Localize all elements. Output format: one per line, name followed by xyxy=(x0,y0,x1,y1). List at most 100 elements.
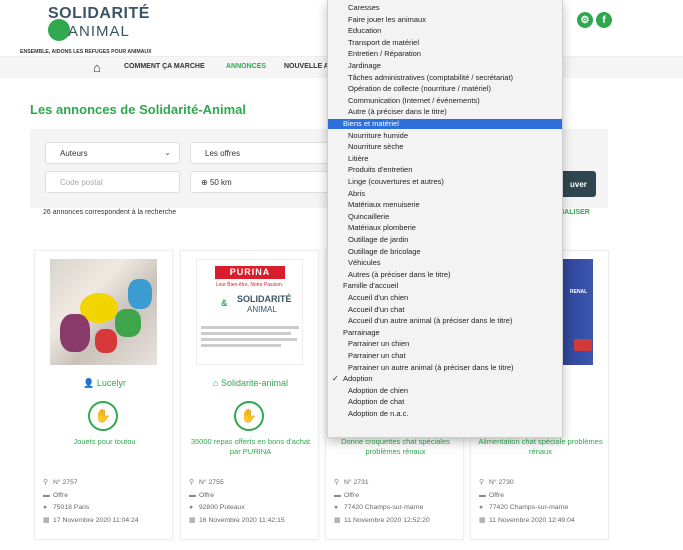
dropdown-option-label: Adoption de chien xyxy=(348,385,409,395)
listing-title[interactable]: Jouets pour toutou xyxy=(41,437,168,447)
settings-icon[interactable]: ⚙ xyxy=(577,12,593,28)
dropdown-option[interactable]: Véhicules xyxy=(328,258,562,268)
listing-type: Offre xyxy=(53,491,68,499)
listing-title[interactable]: Alimentation chat spéciale problèmes rén… xyxy=(477,437,604,457)
dropdown-option-label: Caresses xyxy=(348,3,380,12)
dropdown-option[interactable]: Communication (Internet / événements) xyxy=(328,96,562,106)
offer-select[interactable]: Les offres xyxy=(190,142,330,164)
logo-title: SOLIDARITÉ xyxy=(48,5,150,22)
dropdown-option[interactable]: Quincaillerie xyxy=(328,212,562,222)
listing-author-name: Lucelyr xyxy=(96,378,126,388)
category-dropdown-list[interactable]: Caresses Faire jouer les animaux Education… xyxy=(327,0,563,438)
dropdown-option[interactable]: Faire jouer les animaux xyxy=(328,14,562,25)
dropdown-option[interactable]: Nourriture sèche xyxy=(328,142,562,152)
listing-photo xyxy=(50,259,157,365)
dropdown-option-label: Linge (couvertures et autres) xyxy=(348,177,444,186)
dropdown-option[interactable]: Outillage de jardin xyxy=(328,235,562,245)
dropdown-option[interactable]: Parrainer un autre animal (à préciser da… xyxy=(328,363,562,373)
dropdown-option-label: Adoption de n.a.c. xyxy=(348,409,409,418)
site-logo[interactable]: SOLIDARITÉ ANIMAL ENSEMBLE, AIDONS LES R… xyxy=(20,5,162,57)
dropdown-option[interactable]: Accueil d'un chat xyxy=(328,305,562,315)
distance-value: 50 km xyxy=(209,178,232,187)
purina-logo: PURINA xyxy=(215,266,285,279)
dropdown-option[interactable]: Accueil d'un autre animal (à préciser da… xyxy=(328,316,562,326)
listing-title[interactable]: Donne croquettes chat spéciales problème… xyxy=(332,437,459,457)
dropdown-option-label: Accueil d'un autre animal (à préciser da… xyxy=(348,316,513,326)
hash-icon: ⚲ xyxy=(479,479,484,486)
listing-card[interactable]: 👤 Lucelyr ✋ Jouets pour toutou ⚲ N° 2757 … xyxy=(34,250,173,540)
dropdown-option-label: Matériaux menuiserie xyxy=(348,200,420,210)
dropdown-option[interactable]: Nourriture humide xyxy=(328,131,562,141)
distance-select[interactable]: ⊕ 50 km xyxy=(190,171,330,193)
dropdown-option-label: Outillage de jardin xyxy=(348,235,409,244)
listing-date: 17 Novembre 2020 11:04:24 xyxy=(53,516,139,524)
dropdown-option[interactable]: Linge (couvertures et autres) xyxy=(328,177,562,187)
dropdown-option[interactable]: Autres (à préciser dans le titre) xyxy=(328,270,562,280)
package-label: RENAL xyxy=(570,289,588,295)
dropdown-option[interactable]: Accueil d'un chien xyxy=(328,293,562,303)
dropdown-option-label: Faire jouer les animaux xyxy=(348,14,426,24)
dropdown-option[interactable]: Matériaux menuiserie xyxy=(328,200,562,210)
postal-code-input[interactable]: Code postal xyxy=(45,171,180,193)
dropdown-group-header[interactable]: Parrainage xyxy=(328,327,562,338)
promo-logo-subtitle: ANIMAL xyxy=(247,305,277,314)
dropdown-option-label: Accueil d'un chien xyxy=(348,293,409,302)
listing-number: N° 2731 xyxy=(344,479,369,486)
dropdown-option-label: Outillage de bricolage xyxy=(348,246,421,256)
dropdown-option[interactable]: Autre (à préciser dans le titre) xyxy=(328,107,562,117)
listing-card[interactable]: PURINA Leur Bien-être, Notre Passion. & … xyxy=(180,250,319,540)
dropdown-option[interactable]: Produits d'entretien xyxy=(328,165,562,175)
dropdown-option-label: Entretien / Réparation xyxy=(348,49,421,59)
facebook-icon[interactable]: f xyxy=(596,12,612,28)
listing-number: N° 2730 xyxy=(489,479,514,486)
social-links: ⚙ f xyxy=(577,12,612,28)
home-icon[interactable]: ⌂ xyxy=(93,60,101,75)
dropdown-option[interactable]: Parrainer un chien xyxy=(328,339,562,349)
dropdown-option[interactable]: Outillage de bricolage xyxy=(328,246,562,257)
dropdown-group-header[interactable]: Biens et matériel xyxy=(328,119,562,129)
listing-author[interactable]: ⌂ Solidarite-animal xyxy=(181,378,320,388)
dropdown-option[interactable]: Matériaux plomberie xyxy=(328,223,562,233)
listing-meta: ⚲ N° 2757 ▬ Offre ● 75018 Paris ▦ 17 Novembr… xyxy=(43,477,171,527)
results-count: 26 annonces correspondent à la recherche xyxy=(43,209,177,216)
dropdown-option[interactable]: Entretien / Réparation xyxy=(328,49,562,59)
nav-nouvelle-annonce[interactable]: NOUVELLE A xyxy=(284,63,329,70)
dropdown-option-label: Litière xyxy=(348,153,369,163)
author-select[interactable]: Auteurs ⌄ xyxy=(45,142,180,164)
dropdown-option-label: Biens et matériel xyxy=(343,119,399,128)
location-pin-icon: ● xyxy=(479,504,484,511)
dropdown-option[interactable]: Opération de collecte (nourriture / maté… xyxy=(328,84,562,94)
dropdown-option[interactable]: Tâches administratives (comptabilité / s… xyxy=(328,73,562,83)
dropdown-option[interactable]: Adoption de chien xyxy=(328,385,562,396)
dropdown-option-label: Famille d'accueil xyxy=(343,281,399,291)
dropdown-option-label: Adoption de chat xyxy=(348,397,405,407)
listing-number: N° 2755 xyxy=(199,479,224,486)
nav-annonces[interactable]: ANNONCES xyxy=(226,63,266,70)
calendar-icon: ▦ xyxy=(479,516,486,524)
dropdown-option-label: Parrainer un chien xyxy=(348,339,410,349)
listing-author[interactable]: 👤 Lucelyr xyxy=(35,378,174,389)
dropdown-option[interactable]: Caresses xyxy=(328,3,562,13)
dropdown-group-header[interactable]: Famille d'accueil xyxy=(328,281,562,291)
dropdown-option[interactable]: Adoption de chat xyxy=(328,397,562,407)
folder-icon: ▬ xyxy=(479,491,486,499)
dropdown-option[interactable]: Jardinage xyxy=(328,61,562,71)
dropdown-option[interactable]: Transport de matériel xyxy=(328,38,562,48)
listing-meta: ⚲ N° 2731 ▬ Offre ● 77420 Champs-sur-marne … xyxy=(334,477,462,527)
dropdown-option-label: Autre (à préciser dans le titre) xyxy=(348,107,447,117)
dropdown-option-label: Opération de collecte (nourriture / maté… xyxy=(348,84,491,94)
dropdown-option[interactable]: Education xyxy=(328,26,562,36)
listing-meta: ⚲ N° 2730 ▬ Offre ● 77420 Champs-sur-marne … xyxy=(479,477,607,527)
offer-select-value: Les offres xyxy=(205,149,240,158)
nav-comment-ca-marche[interactable]: COMMENT ÇA MARCHE xyxy=(124,63,205,70)
dropdown-option[interactable]: Abris xyxy=(328,189,562,199)
dropdown-option-label: Parrainage xyxy=(343,327,380,337)
dropdown-option[interactable]: Litière xyxy=(328,153,562,164)
dropdown-option[interactable]: Adoption de n.a.c. xyxy=(328,409,562,419)
user-icon: 👤 xyxy=(83,378,95,388)
dropdown-option[interactable]: Parrainer un chat xyxy=(328,351,562,361)
listing-title[interactable]: 35000 repas offerts en bons d'achat par … xyxy=(187,437,314,457)
dropdown-group-header[interactable]: ✓ Adoption xyxy=(328,374,562,384)
calendar-icon: ▦ xyxy=(43,516,50,524)
logo-tagline: ENSEMBLE, AIDONS LES REFUGES POUR ANIMAU… xyxy=(20,49,152,55)
